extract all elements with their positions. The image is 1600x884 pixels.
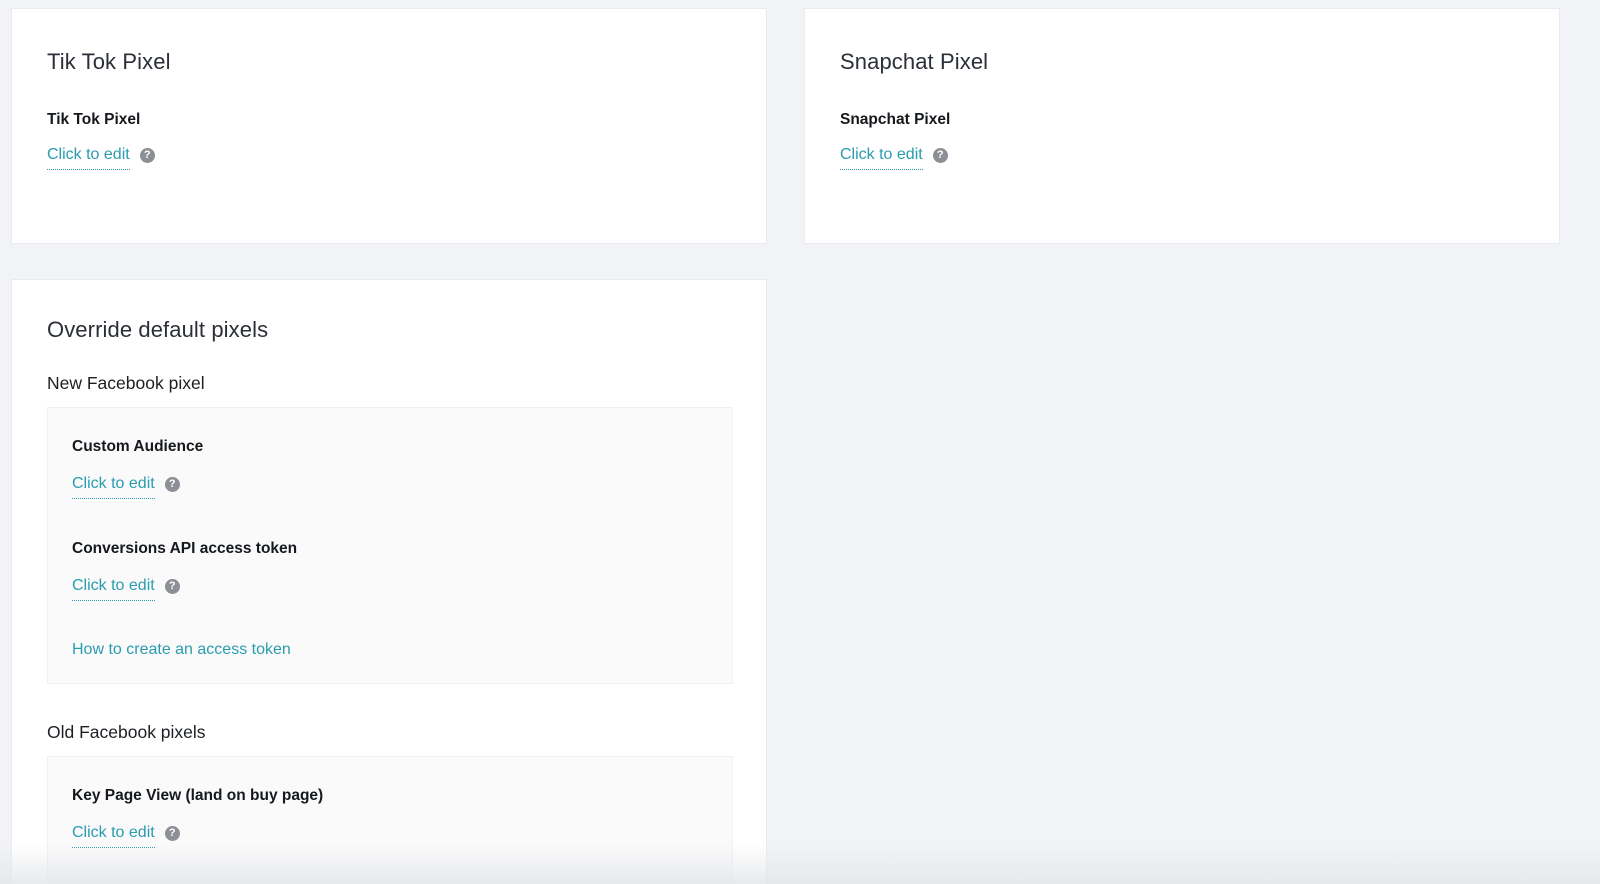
help-icon[interactable]: ? (139, 147, 155, 163)
key-page-view-edit-link[interactable]: Click to edit (72, 824, 155, 848)
snapchat-edit-row: Click to edit ? (840, 145, 948, 171)
conversions-token-label: Conversions API access token (72, 540, 298, 557)
conversions-token-edit-link[interactable]: Click to edit (72, 577, 155, 601)
snapchat-field-label: Snapchat Pixel (840, 111, 951, 128)
custom-audience-edit-row: Click to edit ? (72, 474, 180, 500)
new-facebook-heading: New Facebook pixel (47, 373, 205, 393)
override-card-title: Override default pixels (47, 317, 269, 342)
help-icon[interactable]: ? (164, 476, 180, 492)
key-page-view-label: Key Page View (land on buy page) (72, 787, 324, 804)
tiktok-edit-link[interactable]: Click to edit (47, 146, 130, 170)
tiktok-card-title: Tik Tok Pixel (47, 49, 171, 74)
old-facebook-heading: Old Facebook pixels (47, 722, 206, 742)
access-token-help-link[interactable]: How to create an access token (72, 641, 291, 659)
override-pixels-card: Override default pixels New Facebook pix… (11, 279, 767, 884)
help-icon[interactable]: ? (932, 147, 948, 163)
snapchat-pixel-card: Snapchat Pixel Snapchat Pixel Click to e… (804, 8, 1560, 244)
old-facebook-panel: Key Page View (land on buy page) Click t… (47, 756, 733, 884)
custom-audience-label: Custom Audience (72, 438, 204, 455)
conversions-token-edit-row: Click to edit ? (72, 576, 180, 602)
tiktok-pixel-card: Tik Tok Pixel Tik Tok Pixel Click to edi… (11, 8, 767, 244)
help-icon[interactable]: ? (164, 578, 180, 594)
snapchat-card-title: Snapchat Pixel (840, 49, 989, 74)
custom-audience-edit-link[interactable]: Click to edit (72, 475, 155, 499)
tiktok-field-label: Tik Tok Pixel (47, 111, 141, 128)
tiktok-edit-row: Click to edit ? (47, 145, 155, 171)
help-icon[interactable]: ? (164, 825, 180, 841)
snapchat-edit-link[interactable]: Click to edit (840, 146, 923, 170)
key-page-view-edit-row: Click to edit ? (72, 823, 180, 849)
new-facebook-panel: Custom Audience Click to edit ? Conversi… (47, 407, 733, 684)
